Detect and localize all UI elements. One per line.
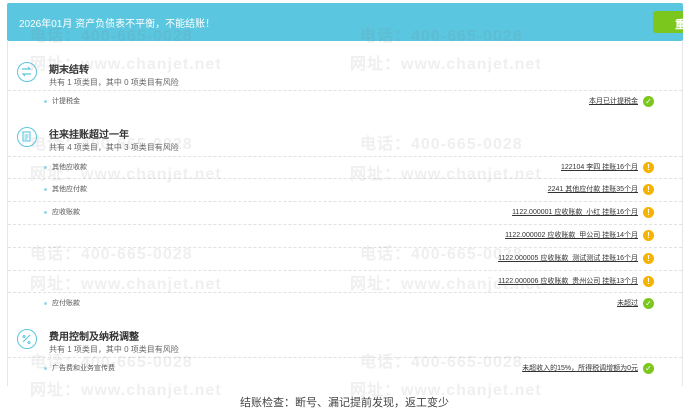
bullet-icon <box>44 166 47 169</box>
check-ok-icon: ✓ <box>643 363 654 374</box>
warning-icon: ! <box>643 162 654 173</box>
warning-icon: ! <box>643 230 654 241</box>
check-row: 1122.000002 应收账款_甲公司 挂账14个月 ! <box>8 224 682 246</box>
bullet-icon <box>44 367 47 370</box>
recheck-button[interactable]: 重 <box>653 11 683 33</box>
row-detail-link[interactable]: 未超过 <box>617 298 638 308</box>
row-label: 应付账款 <box>52 300 80 307</box>
row-label: 应收账款 <box>52 209 80 216</box>
tax-icon <box>17 329 37 349</box>
warning-icon: ! <box>643 184 654 195</box>
check-row: 1122.000005 应收账款_测试测试 挂账16个月 ! <box>8 247 682 269</box>
alert-banner: 2026年01月 资产负债表不平衡，不能结账！ 重 <box>7 3 683 41</box>
section-title: 期末结转 <box>49 65 89 76</box>
section-summary: 共有 1 项类目，其中 0 项类目有风险 <box>49 78 179 87</box>
check-row: 其他应收款 122104 李四 挂账16个月 ! <box>8 156 682 178</box>
check-row: 1122.000006 应收账款_贵州公司 挂账13个月 ! <box>8 270 682 292</box>
caption: 结账检查：断号、漏记提前发现，返工变少 <box>240 397 449 409</box>
recheck-button-label: 重 <box>675 19 683 31</box>
row-detail-link[interactable]: 本月已计提税金 <box>589 96 638 106</box>
bullet-icon <box>44 188 47 191</box>
bullet-icon <box>44 100 47 103</box>
check-ok-icon: ✓ <box>643 96 654 107</box>
row-detail-link[interactable]: 1122.000002 应收账款_甲公司 挂账14个月 <box>505 230 638 240</box>
section-summary: 共有 4 项类目，其中 3 项类目有风险 <box>49 143 179 152</box>
check-row: 其他应付款 2241 其他应付款 挂账35个月 ! <box>8 178 682 200</box>
row-detail-link[interactable]: 未超收入的15%，所得税调增额为0元 <box>522 363 638 373</box>
warning-icon: ! <box>643 276 654 287</box>
section-title: 费用控制及纳税调整 <box>49 332 139 343</box>
check-row: 应付账款 未超过 ✓ <box>8 292 682 314</box>
section-summary: 共有 1 项类目，其中 0 项类目有风险 <box>49 345 179 354</box>
row-detail-link[interactable]: 1122.000006 应收账款_贵州公司 挂账13个月 <box>498 276 638 286</box>
row-label: 广告费和业务宣传费 <box>52 365 115 372</box>
row-detail-link[interactable]: 1122.000001 应收账款_小红 挂账16个月 <box>512 207 638 217</box>
check-row: 计提税金 本月已计提税金 ✓ <box>8 90 682 112</box>
warning-icon: ! <box>643 207 654 218</box>
row-detail-link[interactable]: 2241 其他应付款 挂账35个月 <box>548 184 638 194</box>
row-label: 计提税金 <box>52 98 80 105</box>
transfer-icon <box>17 62 37 82</box>
bullet-icon <box>44 211 47 214</box>
alert-message: 2026年01月 资产负债表不平衡，不能结账！ <box>19 19 216 30</box>
section-title: 往来挂账超过一年 <box>49 130 129 141</box>
check-ok-icon: ✓ <box>643 298 654 309</box>
row-label: 其他应收款 <box>52 164 87 171</box>
check-row: 广告费和业务宣传费 未超收入的15%，所得税调增额为0元 ✓ <box>8 357 682 379</box>
row-detail-link[interactable]: 122104 李四 挂账16个月 <box>561 162 638 172</box>
row-label: 其他应付款 <box>52 186 87 193</box>
warning-icon: ! <box>643 253 654 264</box>
row-detail-link[interactable]: 1122.000005 应收账款_测试测试 挂账16个月 <box>498 253 638 263</box>
check-result-panel: 期末结转 共有 1 项类目，其中 0 项类目有风险 计提税金 本月已计提税金 ✓… <box>7 41 683 386</box>
bullet-icon <box>44 302 47 305</box>
document-icon <box>17 127 37 147</box>
check-row: 应收账款 1122.000001 应收账款_小红 挂账16个月 ! <box>8 201 682 223</box>
